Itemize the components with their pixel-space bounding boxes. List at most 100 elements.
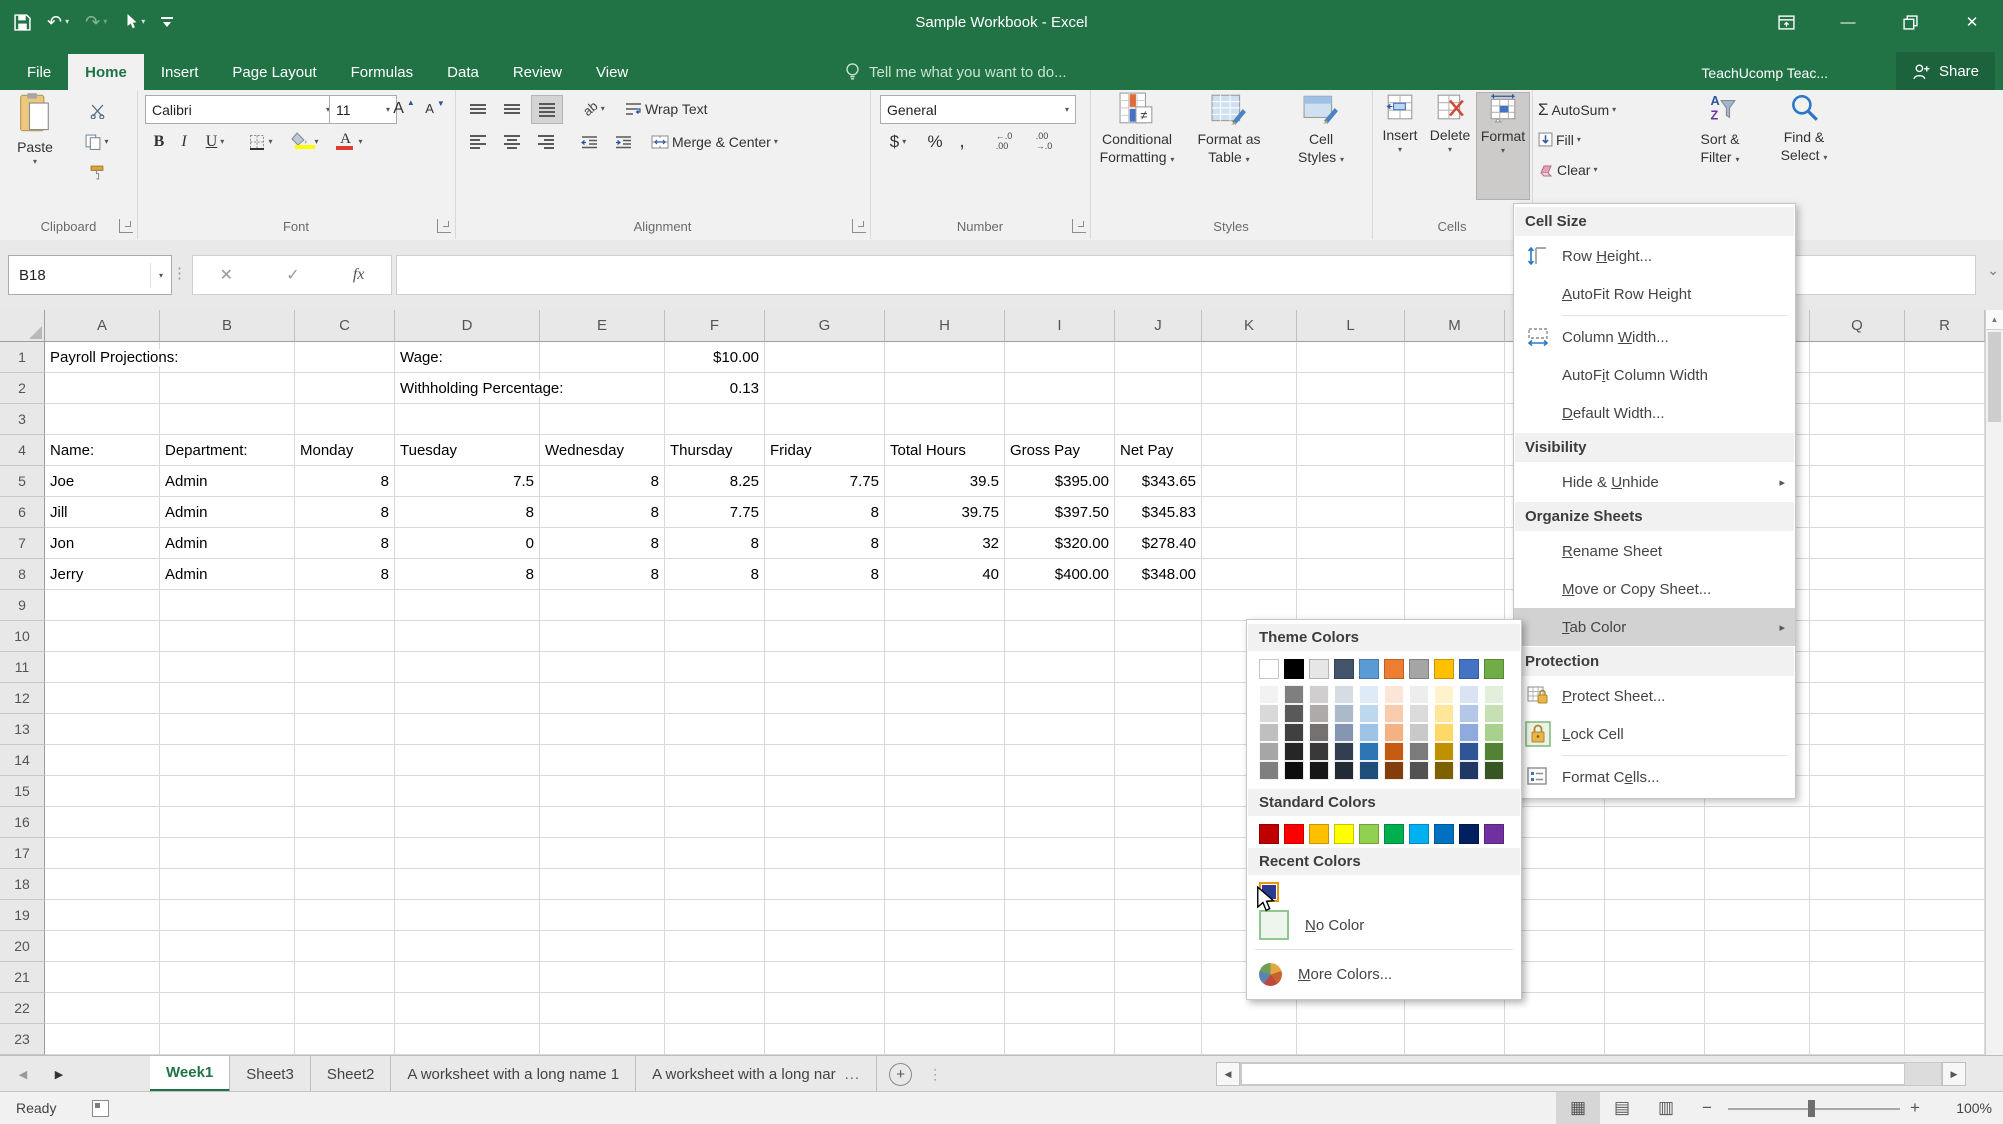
tint-swatch[interactable] <box>1484 685 1504 704</box>
cell-I22[interactable] <box>1005 993 1115 1024</box>
insert-cells-button[interactable]: Insert ▾ <box>1376 92 1424 200</box>
tint-swatch[interactable] <box>1359 723 1379 742</box>
cell-O18[interactable] <box>1605 869 1705 900</box>
theme-color-swatch[interactable] <box>1434 659 1454 679</box>
cell-H17[interactable] <box>885 838 1005 869</box>
cell-P21[interactable] <box>1705 962 1810 993</box>
row-header-6[interactable]: 6 <box>0 497 45 528</box>
tab-view[interactable]: View <box>579 54 645 90</box>
tint-swatch[interactable] <box>1384 761 1404 780</box>
cell-E6[interactable]: 8 <box>540 497 665 528</box>
no-color-item[interactable]: No Color <box>1247 904 1521 946</box>
ribbon-display-options-button[interactable] <box>1755 0 1817 44</box>
cell-G8[interactable]: 8 <box>765 559 885 590</box>
cell-E1[interactable] <box>540 342 665 373</box>
minimize-button[interactable]: — <box>1817 0 1879 44</box>
middle-align-button[interactable] <box>497 95 527 122</box>
cell-Q3[interactable] <box>1810 404 1905 435</box>
cell-R16[interactable] <box>1905 807 1985 838</box>
tint-swatch[interactable] <box>1284 742 1304 761</box>
column-header-K[interactable]: K <box>1202 310 1297 342</box>
cell-B8[interactable]: Admin <box>160 559 295 590</box>
cell-D20[interactable] <box>395 931 540 962</box>
cell-J17[interactable] <box>1115 838 1202 869</box>
cell-H16[interactable] <box>885 807 1005 838</box>
cell-F11[interactable] <box>665 652 765 683</box>
record-macro-icon[interactable] <box>92 1100 109 1117</box>
tell-me-box[interactable]: Tell me what you want to do... <box>845 54 1067 90</box>
cell-J8[interactable]: $348.00 <box>1115 559 1202 590</box>
menu-item-autofit-column-width[interactable]: AutoFit Column Width <box>1514 356 1795 394</box>
cell-P16[interactable] <box>1705 807 1810 838</box>
tint-swatch[interactable] <box>1484 723 1504 742</box>
cell-G7[interactable]: 8 <box>765 528 885 559</box>
cell-F16[interactable] <box>665 807 765 838</box>
font-name-combo[interactable]: Calibri ▾ <box>145 95 337 124</box>
tab-insert[interactable]: Insert <box>144 54 216 90</box>
tab-file[interactable]: File <box>10 54 68 90</box>
cell-C9[interactable] <box>295 590 395 621</box>
tint-swatch[interactable] <box>1434 742 1454 761</box>
column-header-G[interactable]: G <box>765 310 885 342</box>
cell-A19[interactable] <box>45 900 160 931</box>
fill-button[interactable]: Fill ▾ <box>1538 126 1628 153</box>
cell-B5[interactable]: Admin <box>160 466 295 497</box>
cell-J19[interactable] <box>1115 900 1202 931</box>
cell-A6[interactable]: Jill <box>45 497 160 528</box>
cell-D3[interactable] <box>395 404 540 435</box>
cell-J15[interactable] <box>1115 776 1202 807</box>
cell-A18[interactable] <box>45 869 160 900</box>
zoom-level[interactable]: 100% <box>1936 1100 1992 1116</box>
orientation-button[interactable]: ab ▾ <box>573 95 615 122</box>
alignment-dialog-launcher[interactable] <box>852 219 866 233</box>
cell-J13[interactable] <box>1115 714 1202 745</box>
cell-J12[interactable] <box>1115 683 1202 714</box>
cell-C14[interactable] <box>295 745 395 776</box>
cell-H23[interactable] <box>885 1024 1005 1055</box>
tint-swatch[interactable] <box>1484 761 1504 780</box>
cell-C15[interactable] <box>295 776 395 807</box>
cell-M1[interactable] <box>1405 342 1505 373</box>
cell-Q21[interactable] <box>1810 962 1905 993</box>
cell-C11[interactable] <box>295 652 395 683</box>
tint-swatch[interactable] <box>1384 742 1404 761</box>
cell-J1[interactable] <box>1115 342 1202 373</box>
cell-C16[interactable] <box>295 807 395 838</box>
menu-item-column-width[interactable]: Column Width... <box>1514 318 1795 356</box>
cell-B10[interactable] <box>160 621 295 652</box>
cell-R6[interactable] <box>1905 497 1985 528</box>
cell-L4[interactable] <box>1297 435 1405 466</box>
cell-F14[interactable] <box>665 745 765 776</box>
tint-swatch[interactable] <box>1284 685 1304 704</box>
cell-K7[interactable] <box>1202 528 1297 559</box>
cell-J18[interactable] <box>1115 869 1202 900</box>
menu-item-lock-cell[interactable]: Lock Cell <box>1514 715 1795 753</box>
cell-A5[interactable]: Joe <box>45 466 160 497</box>
cell-L5[interactable] <box>1297 466 1405 497</box>
fill-color-button[interactable]: ▾ <box>285 128 325 155</box>
name-box-dropdown-icon[interactable]: ▾ <box>149 262 165 288</box>
cell-I9[interactable] <box>1005 590 1115 621</box>
tint-swatch[interactable] <box>1359 761 1379 780</box>
tint-swatch[interactable] <box>1334 742 1354 761</box>
cell-G12[interactable] <box>765 683 885 714</box>
cell-R15[interactable] <box>1905 776 1985 807</box>
cell-B21[interactable] <box>160 962 295 993</box>
number-format-combo[interactable]: General ▾ <box>880 95 1076 124</box>
cell-L2[interactable] <box>1297 373 1405 404</box>
sheet-tab-a-worksheet-with-a-long-nar[interactable]: A worksheet with a long nar... <box>636 1056 878 1092</box>
cell-G2[interactable] <box>765 373 885 404</box>
number-dialog-launcher[interactable] <box>1072 219 1086 233</box>
italic-button[interactable]: I <box>173 128 195 155</box>
cell-C13[interactable] <box>295 714 395 745</box>
delete-cells-button[interactable]: Delete ▾ <box>1426 92 1474 200</box>
cell-H11[interactable] <box>885 652 1005 683</box>
cell-L23[interactable] <box>1297 1024 1405 1055</box>
tint-swatch[interactable] <box>1409 723 1429 742</box>
row-header-23[interactable]: 23 <box>0 1024 45 1055</box>
cell-E15[interactable] <box>540 776 665 807</box>
cell-F6[interactable]: 7.75 <box>665 497 765 528</box>
theme-color-swatch[interactable] <box>1334 659 1354 679</box>
cell-C6[interactable]: 8 <box>295 497 395 528</box>
tint-swatch[interactable] <box>1459 685 1479 704</box>
